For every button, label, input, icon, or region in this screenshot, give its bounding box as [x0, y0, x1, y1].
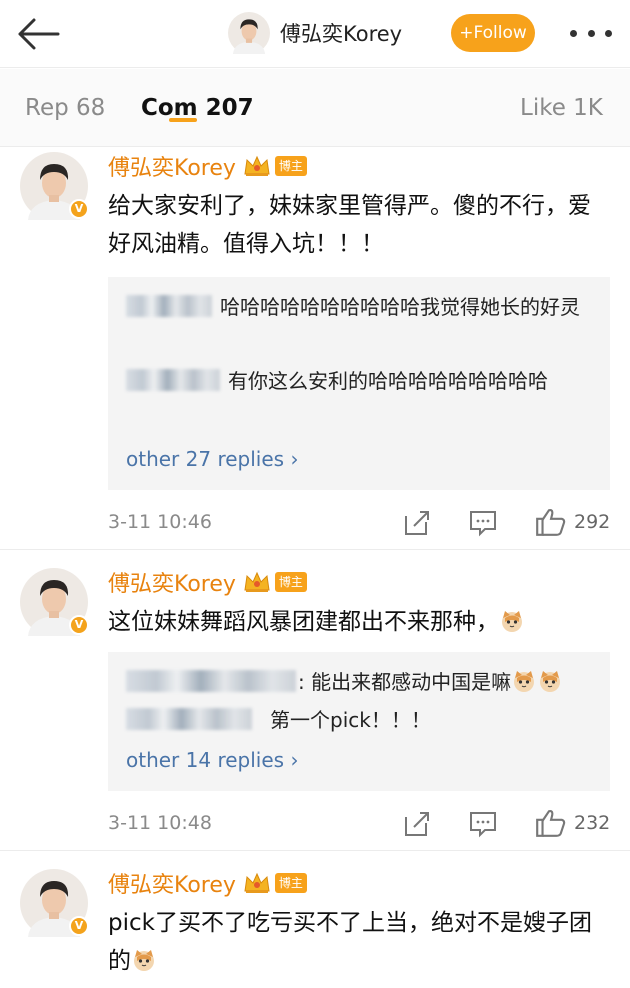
reply-box[interactable]: 哈哈哈哈哈哈哈哈哈哈我觉得她长的好灵 有你这么安利的哈哈哈哈哈哈哈哈哈 othe…: [108, 277, 610, 490]
back-arrow-icon[interactable]: [14, 14, 62, 54]
chevron-right-icon: ›: [290, 447, 299, 471]
comment-icon[interactable]: [468, 508, 498, 538]
tab-comments[interactable]: Com 207: [141, 95, 254, 121]
tab-likes[interactable]: Like 1K: [520, 95, 603, 121]
more-dots-icon[interactable]: [570, 26, 612, 40]
blurred-username: [126, 670, 296, 692]
more-replies-link[interactable]: other 27 replies ›: [126, 447, 298, 471]
like-icon[interactable]: [534, 506, 566, 538]
cat-emoji-icon: [133, 949, 155, 972]
verified-icon: V: [69, 615, 89, 635]
blurred-username: [126, 295, 212, 317]
cat-emoji-icon: [539, 670, 561, 693]
cat-emoji-icon: [513, 670, 535, 693]
share-icon[interactable]: [402, 809, 432, 839]
avatar[interactable]: V: [20, 869, 89, 937]
follow-button[interactable]: +Follow: [451, 14, 535, 52]
reply-item[interactable]: 第一个pick！！！: [126, 702, 431, 739]
owner-badge: 博主: [274, 156, 307, 176]
crown-icon: [244, 873, 270, 894]
comment-timestamp: 3-11 10:46: [108, 511, 212, 533]
verified-icon: V: [69, 916, 89, 936]
verified-icon: V: [69, 199, 89, 219]
cat-emoji-icon: [501, 610, 523, 633]
top-bar: 傅弘奕Korey +Follow: [0, 0, 630, 68]
header-user[interactable]: 傅弘奕Korey: [228, 10, 402, 56]
more-replies-link[interactable]: other 14 replies ›: [126, 748, 298, 772]
header-user-name[interactable]: 傅弘奕Korey: [280, 18, 402, 48]
avatar[interactable]: V: [20, 152, 89, 220]
chevron-right-icon: ›: [290, 748, 299, 772]
crown-icon: [244, 156, 270, 177]
owner-badge: 博主: [274, 572, 307, 592]
comment-text: pick了买不了吃亏买不了上当，绝对不是嫂子团的: [108, 910, 592, 974]
reply-text: 第一个pick！！！: [270, 708, 431, 732]
comment-author[interactable]: 傅弘奕Korey: [108, 566, 236, 598]
share-icon[interactable]: [402, 508, 432, 538]
reply-text: : 能出来都感动中国是嘛: [298, 670, 512, 694]
comment-icon[interactable]: [468, 809, 498, 839]
comment-text: 这位妹妹舞蹈风暴团建都出不来那种，: [108, 603, 608, 641]
divider: [0, 549, 630, 550]
blurred-username: [126, 708, 252, 730]
like-count: 232: [574, 812, 611, 834]
like-count: 292: [574, 511, 611, 533]
reply-box[interactable]: : 能出来都感动中国是嘛 第一个pick！！！ other 14 replies…: [108, 652, 610, 791]
reply-text: 有你这么安利的哈哈哈哈哈哈哈哈哈: [228, 369, 548, 393]
active-tab-indicator: [169, 118, 197, 122]
like-icon[interactable]: [534, 807, 566, 839]
tab-reposts[interactable]: Rep 68: [25, 95, 105, 121]
comment-author[interactable]: 傅弘奕Korey: [108, 867, 236, 899]
tab-bar: Rep 68 Com 207 Like 1K: [0, 69, 630, 147]
reply-text: 哈哈哈哈哈哈哈哈哈哈我觉得她长的好灵: [220, 295, 580, 319]
avatar[interactable]: [228, 12, 270, 54]
avatar[interactable]: V: [20, 568, 89, 636]
comment-text: 给大家安利了，妹妹家里管得严。傻的不行，爱好风油精。值得入坑！！！: [108, 193, 591, 257]
comment-author[interactable]: 傅弘奕Korey: [108, 150, 236, 182]
reply-item[interactable]: 哈哈哈哈哈哈哈哈哈哈我觉得她长的好灵: [126, 289, 596, 326]
owner-badge: 博主: [274, 873, 307, 893]
crown-icon: [244, 572, 270, 593]
blurred-username: [126, 369, 220, 391]
reply-item[interactable]: 有你这么安利的哈哈哈哈哈哈哈哈哈: [126, 363, 596, 400]
reply-item[interactable]: : 能出来都感动中国是嘛: [126, 664, 563, 701]
divider: [0, 850, 630, 851]
comment-timestamp: 3-11 10:48: [108, 812, 212, 834]
